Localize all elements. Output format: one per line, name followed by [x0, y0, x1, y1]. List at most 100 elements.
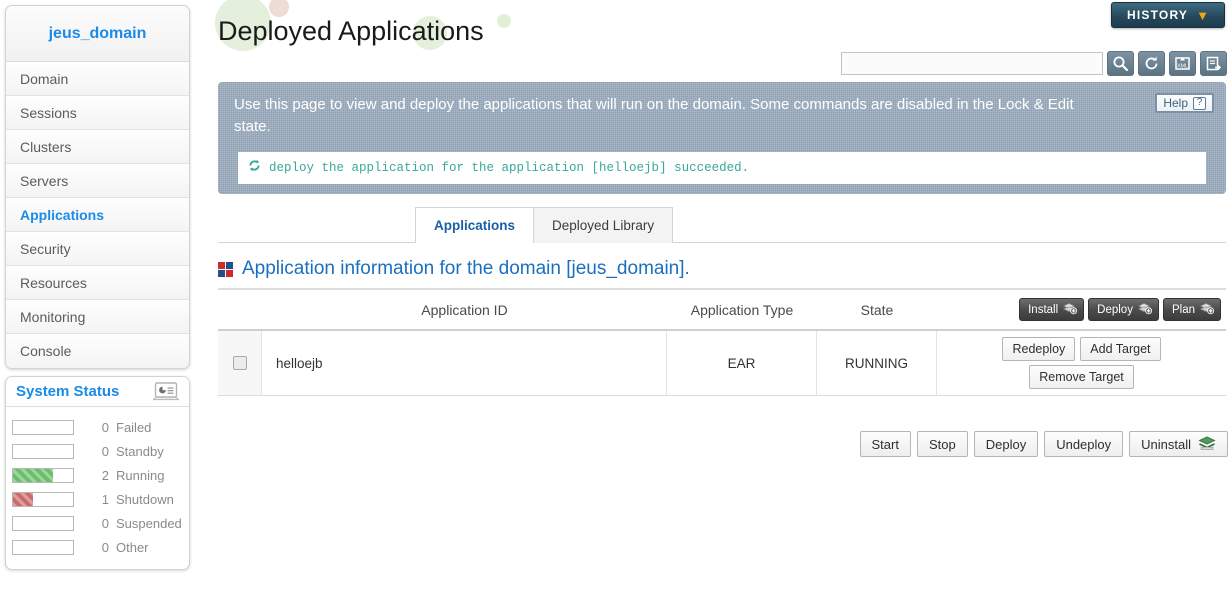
sidebar-item-domain[interactable]: Domain — [6, 62, 189, 96]
decor-bubble-4 — [497, 14, 511, 28]
cell-app-type: EAR — [667, 331, 817, 395]
stack-plus-icon — [1063, 301, 1078, 318]
help-button-label: Help — [1163, 96, 1188, 110]
status-message-text: deploy the application for the applicati… — [269, 161, 750, 175]
table-row: helloejb EAR RUNNING Redeploy Add Target Remo… — [218, 331, 1226, 396]
undeploy-button-label: Undeploy — [1056, 436, 1112, 452]
main-content: Deployed Applications HISTORY ▼ XML Use … — [195, 0, 1231, 591]
question-icon: ? — [1193, 96, 1206, 110]
table-header-app-type: Application Type — [690, 301, 794, 318]
tab-deployed-library[interactable]: Deployed Library — [533, 207, 674, 243]
status-row-suspended: 0 Suspended — [12, 511, 183, 535]
stack-plus-icon — [1200, 301, 1215, 318]
table-header-row: Application ID Application Type State In… — [218, 290, 1226, 331]
sidebar-item-security[interactable]: Security — [6, 232, 189, 266]
status-label: Running — [116, 467, 165, 483]
section-header: Application information for the domain [… — [218, 258, 690, 280]
decor-bubble-2 — [269, 0, 289, 17]
cell-state: RUNNING — [817, 331, 937, 395]
stop-button[interactable]: Stop — [916, 431, 968, 457]
sidebar: jeus_domain Domain Sessions Clusters Server… — [5, 5, 190, 586]
chevron-down-icon: ▼ — [1196, 7, 1209, 23]
app-root: jeus_domain Domain Sessions Clusters Server… — [0, 0, 1231, 591]
page-title: Deployed Applications — [218, 16, 484, 46]
svg-text:XML: XML — [1177, 63, 1188, 69]
status-row-other: 0 Other — [12, 535, 183, 559]
deploy-button[interactable]: Deploy — [1088, 298, 1159, 321]
status-bar-standby — [12, 443, 74, 459]
status-label: Shutdown — [116, 491, 174, 507]
laptop-chart-icon — [152, 382, 180, 401]
sidebar-item-servers[interactable]: Servers — [6, 164, 189, 198]
status-count: 2 — [101, 467, 109, 483]
status-message: deploy the application for the applicati… — [238, 152, 1206, 184]
status-count: 1 — [101, 491, 109, 507]
row-checkbox[interactable] — [232, 356, 247, 370]
sidebar-item-clusters[interactable]: Clusters — [6, 130, 189, 164]
history-button-label: HISTORY — [1127, 8, 1189, 22]
cell-actions: Redeploy Add Target Remove Target — [937, 331, 1226, 395]
plan-button[interactable]: Plan — [1162, 298, 1221, 321]
start-button[interactable]: Start — [859, 431, 911, 457]
report-export-icon[interactable] — [1200, 51, 1227, 76]
add-target-button[interactable]: Add Target — [1080, 337, 1161, 361]
history-button[interactable]: HISTORY ▼ — [1111, 2, 1225, 28]
status-bar-other — [12, 539, 74, 555]
domain-name: jeus_domain — [48, 24, 147, 42]
status-bar-running — [12, 467, 74, 483]
stop-button-label: Stop — [928, 436, 956, 452]
refresh-icon[interactable] — [1138, 51, 1165, 76]
section-title: Application information for the domain [… — [242, 258, 690, 279]
undeploy-button[interactable]: Undeploy — [1044, 431, 1124, 457]
applications-table: Application ID Application Type State In… — [218, 290, 1226, 396]
start-button-label: Start — [871, 436, 899, 452]
install-button-label: Install — [1028, 303, 1059, 316]
sidebar-item-monitoring[interactable]: Monitoring — [6, 300, 189, 334]
sidebar-nav-panel: jeus_domain Domain Sessions Clusters Server… — [5, 5, 190, 369]
sidebar-item-console[interactable]: Console — [6, 334, 189, 368]
sidebar-nav-list: Domain Sessions Clusters Servers Application… — [6, 62, 189, 368]
status-row-failed: 0 Failed — [12, 415, 183, 439]
status-bar-suspended — [12, 515, 74, 531]
help-button[interactable]: Help ? — [1155, 93, 1214, 113]
deploy-button[interactable]: Deploy — [973, 431, 1039, 457]
xml-upload-icon[interactable]: XML — [1169, 51, 1196, 76]
search-toolbar: XML — [841, 51, 1227, 76]
sidebar-item-applications[interactable]: Applications — [6, 198, 189, 232]
system-status-rows: 0 Failed 0 Standby 2 Running 1 Shutdown 0 Suspend… — [6, 407, 189, 569]
info-banner: Use this page to view and deploy the app… — [218, 82, 1226, 194]
search-icon[interactable] — [1107, 51, 1134, 76]
install-button[interactable]: Install — [1019, 298, 1085, 321]
tab-applications[interactable]: Applications — [415, 207, 535, 243]
footer-action-bar: Start Stop Deploy Undeploy Uninstall — [859, 431, 1228, 457]
four-square-icon — [218, 261, 233, 277]
status-bar-failed — [12, 419, 74, 435]
redeploy-button[interactable]: Redeploy — [1002, 337, 1076, 361]
uninstall-button[interactable]: Uninstall — [1129, 431, 1228, 457]
system-status-header: System Status — [6, 377, 189, 407]
remove-target-button[interactable]: Remove Target — [1029, 365, 1134, 389]
system-status-title: System Status — [16, 383, 120, 400]
row-select-cell — [218, 331, 262, 395]
status-label: Standby — [116, 443, 164, 459]
plan-button-label: Plan — [1171, 303, 1195, 316]
status-label: Suspended — [116, 515, 182, 531]
status-count: 0 — [101, 515, 109, 531]
system-status-panel: System Status 0 Failed 0 Standby 2 Running 1 Sh… — [5, 376, 190, 570]
sidebar-item-sessions[interactable]: Sessions — [6, 96, 189, 130]
deploy-button-label: Deploy — [985, 436, 1027, 452]
status-count: 0 — [101, 443, 109, 459]
search-input[interactable] — [841, 52, 1103, 75]
status-label: Failed — [116, 419, 152, 435]
stack-icon — [1198, 435, 1216, 454]
tab-bar-rule — [218, 242, 1226, 243]
table-header-actions: Install Deploy Plan — [937, 298, 1226, 321]
tab-bar: Applications Deployed Library — [415, 207, 674, 243]
sidebar-item-resources[interactable]: Resources — [6, 266, 189, 300]
cell-app-id: helloejb — [262, 331, 667, 395]
uninstall-button-label: Uninstall — [1141, 436, 1191, 452]
info-banner-text: Use this page to view and deploy the app… — [234, 96, 1074, 135]
status-bar-shutdown — [12, 491, 74, 507]
deploy-button-label: Deploy — [1097, 303, 1133, 316]
stack-plus-icon — [1138, 301, 1153, 318]
